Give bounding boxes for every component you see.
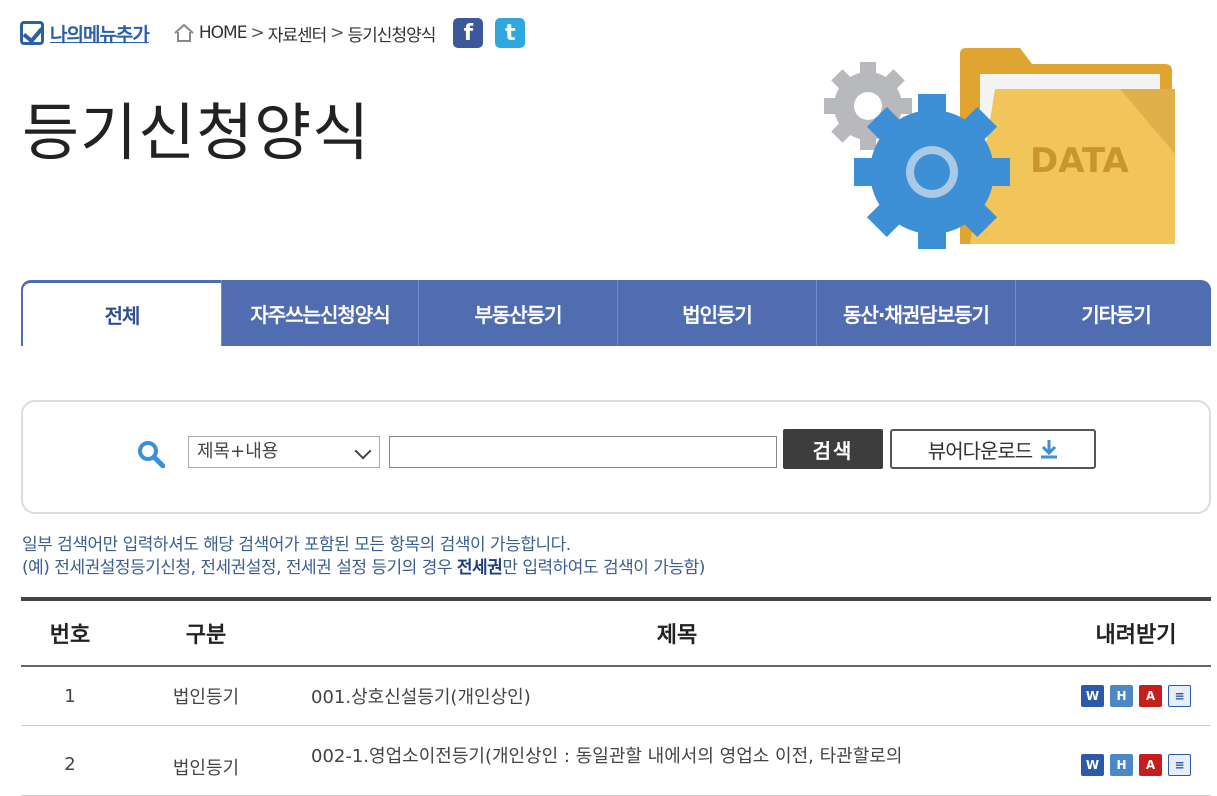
checkbox-icon (20, 21, 44, 45)
add-my-menu-label: 나의메뉴추가 (50, 23, 150, 46)
row-downloads: W H A ≡ (1061, 685, 1211, 707)
sns-share: f t (453, 18, 526, 48)
breadcrumb-home[interactable]: HOME (199, 23, 248, 43)
row-no: 1 (64, 685, 76, 707)
folder-label: DATA (1030, 141, 1129, 181)
header-no: 번호 (49, 623, 91, 648)
row-no: 2 (64, 754, 76, 775)
breadcrumb-data-center[interactable]: 자료센터 (268, 21, 328, 46)
viewer-download-button[interactable]: 뷰어다운로드 (890, 429, 1096, 469)
header-category: 구분 (185, 623, 227, 648)
tab-real-estate[interactable]: 부동산등기 (418, 280, 617, 346)
search-input[interactable] (389, 436, 777, 468)
category-tabs: 전체 자주쓰는신청양식 부동산등기 법인등기 동산·채권담보등기 기타등기 (21, 280, 1211, 346)
viewer-download-label: 뷰어다운로드 (927, 438, 1033, 463)
table-row: 1 법인등기 001.상호신설등기(개인상인) W H A ≡ (21, 667, 1211, 726)
download-icon (1041, 440, 1058, 459)
search-button[interactable]: 검색 (783, 429, 883, 469)
row-category: 법인등기 (172, 687, 240, 708)
header-title: 제목 (656, 623, 698, 648)
chevron-down-icon (354, 442, 372, 460)
pdf-file-icon[interactable]: A (1139, 685, 1162, 707)
breadcrumb-current: 등기신청양식 (347, 25, 437, 46)
twitter-icon[interactable]: t (495, 18, 526, 48)
text-file-icon[interactable]: ≡ (1168, 685, 1191, 707)
tab-others[interactable]: 기타등기 (1015, 280, 1211, 346)
home-icon (174, 23, 194, 42)
tab-frequent-forms[interactable]: 자주쓰는신청양식 (221, 280, 418, 346)
data-folder-gears-illustration: DATA (824, 48, 1175, 249)
row-title-link[interactable]: 002-1.영업소이전등기(개인상인 : 동일관할 내에서의 영업소 이전, 타… (293, 742, 1061, 768)
tab-movable-assets[interactable]: 동산·채권담보등기 (816, 280, 1015, 346)
hwp-file-icon[interactable]: H (1110, 754, 1133, 776)
facebook-icon[interactable]: f (453, 18, 484, 48)
help-keyword: 전세권 (456, 558, 503, 578)
breadcrumb-separator: > (330, 23, 344, 43)
page-title: 등기신청양식 (22, 96, 371, 169)
word-file-icon[interactable]: W (1081, 685, 1104, 707)
table-row: 2 법인등기 002-1.영업소이전등기(개인상인 : 동일관할 내에서의 영업… (21, 726, 1211, 796)
row-category: 법인등기 (172, 758, 240, 779)
row-title-link[interactable]: 001.상호신설등기(개인상인) (293, 683, 1061, 709)
help-line-2: (예) 전세권설정등기신청, 전세권설정, 전세권 설정 등기의 경우 전세권만… (22, 558, 705, 578)
table-header: 번호 구분 제목 내려받기 (21, 601, 1211, 667)
text-file-icon[interactable]: ≡ (1168, 754, 1191, 776)
search-field-select-value: 제목+내용 (197, 441, 279, 462)
breadcrumb-separator: > (250, 23, 264, 43)
header-download: 내려받기 (1095, 623, 1177, 648)
add-my-menu-link[interactable]: 나의메뉴추가 (20, 20, 150, 47)
forms-table: 번호 구분 제목 내려받기 1 법인등기 001.상호신설등기(개인상인) W … (21, 597, 1211, 796)
pdf-file-icon[interactable]: A (1139, 754, 1162, 776)
tab-all[interactable]: 전체 (21, 280, 221, 346)
search-help-text: 일부 검색어만 입력하셔도 해당 검색어가 포함된 모든 항목의 검색이 가능합… (22, 534, 705, 580)
tab-corporate[interactable]: 법인등기 (617, 280, 816, 346)
row-downloads: W H A ≡ (1061, 742, 1211, 776)
search-field-select[interactable]: 제목+내용 (188, 436, 380, 468)
search-icon (138, 441, 165, 468)
search-panel: 제목+내용 검색 뷰어다운로드 (21, 400, 1211, 514)
hwp-file-icon[interactable]: H (1110, 685, 1133, 707)
help-line-1: 일부 검색어만 입력하셔도 해당 검색어가 포함된 모든 항목의 검색이 가능합… (22, 535, 571, 555)
word-file-icon[interactable]: W (1081, 754, 1104, 776)
top-bar: 나의메뉴추가 HOME > 자료센터 > 등기신청양식 f t (20, 14, 526, 52)
breadcrumb: HOME > 자료센터 > 등기신청양식 (173, 21, 437, 46)
